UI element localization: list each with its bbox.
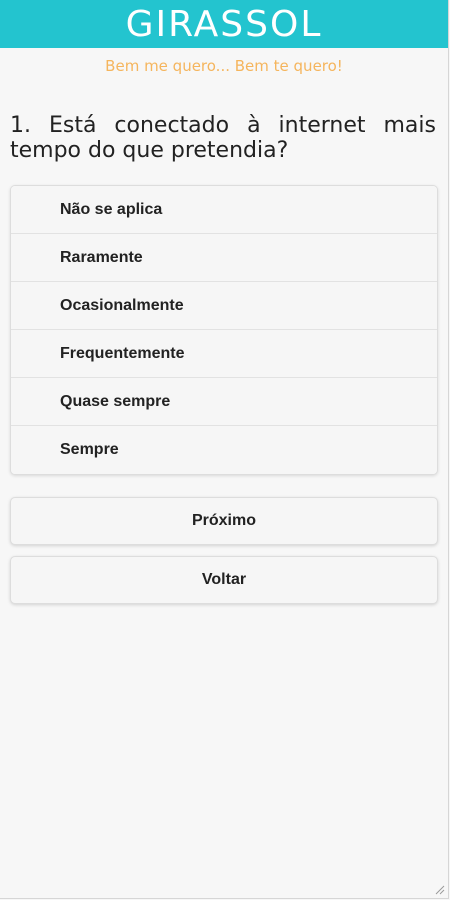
option-ocasionalmente[interactable]: Ocasionalmente [11,282,437,330]
option-label: Quase sempre [60,392,171,410]
option-label: Raramente [60,248,143,266]
app-title: GIRASSOL [125,4,323,45]
next-button-label: Próximo [191,512,256,529]
option-quase-sempre[interactable]: Quase sempre [11,378,437,426]
option-sempre[interactable]: Sempre [11,426,437,474]
option-frequentemente[interactable]: Frequentemente [11,330,437,378]
answer-options-list: Não se aplica Raramente Ocasionalmente F… [10,185,438,475]
back-button-label: Voltar [201,571,247,588]
back-button[interactable]: Voltar [10,556,438,604]
app-page: GIRASSOL Bem me quero... Bem te quero! 1… [0,0,449,899]
app-tagline: Bem me quero... Bem te quero! [105,57,343,75]
option-label: Ocasionalmente [60,296,184,314]
option-label: Frequentemente [60,344,185,362]
option-raramente[interactable]: Raramente [11,234,437,282]
question-text: 1. Está conectado à internet mais tempo … [10,113,436,163]
option-label: Sempre [60,441,119,458]
next-button[interactable]: Próximo [10,497,438,545]
app-header: GIRASSOL [0,0,448,48]
option-nao-se-aplica[interactable]: Não se aplica [11,186,437,234]
resize-grip-icon[interactable] [433,883,445,895]
option-label: Não se aplica [60,200,163,218]
